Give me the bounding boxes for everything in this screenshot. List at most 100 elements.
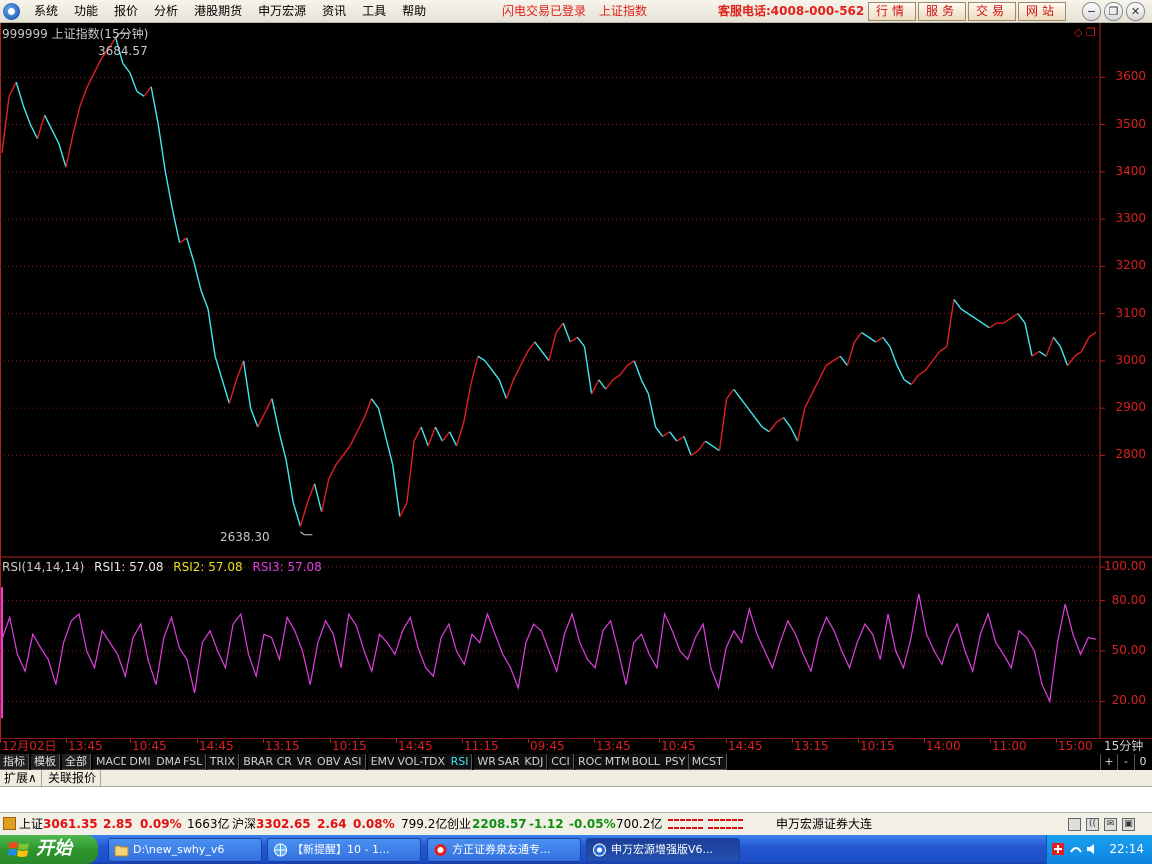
indicator-tab-rsi[interactable]: RSI	[447, 754, 473, 770]
price-segment	[477, 355, 486, 362]
wireless-icon[interactable]: ((	[1086, 818, 1099, 831]
zoom-reset-button[interactable]: 0	[1134, 754, 1151, 770]
price-tick-label: 3200	[1115, 258, 1146, 273]
menu-tools[interactable]: 工具	[354, 0, 394, 23]
task-browser[interactable]: 【新提醒】10 - 1...	[267, 838, 421, 862]
quotes-button[interactable]: 行情	[868, 2, 916, 21]
indicator-tab-boll[interactable]: BOLL	[628, 754, 664, 770]
lock-status-icon[interactable]: ▣	[1122, 818, 1135, 831]
price-segment	[292, 502, 302, 527]
price-segment	[910, 374, 919, 385]
price-segment	[257, 412, 266, 428]
menu-analysis[interactable]: 分析	[146, 0, 186, 23]
menu-help[interactable]: 帮助	[394, 0, 434, 23]
chart-corner-icons[interactable]: ◇ ❐	[1074, 26, 1096, 39]
price-segment	[598, 379, 607, 390]
tab-cn-1[interactable]: 模板	[31, 754, 60, 770]
task-folder[interactable]: D:\new_swhy_v6	[108, 838, 262, 862]
price-segment	[960, 308, 969, 315]
price-segment	[122, 62, 131, 74]
menu-info[interactable]: 资讯	[314, 0, 354, 23]
network-icon[interactable]	[1069, 842, 1083, 856]
indicator-tab-kdj[interactable]: KDJ	[521, 754, 548, 770]
service-button[interactable]: 服务	[918, 2, 966, 21]
period-label[interactable]: 15分钟	[1104, 739, 1143, 753]
window-controls: − ❐ ✕	[1082, 2, 1145, 21]
window-icon[interactable]	[1068, 818, 1081, 831]
price-segment	[569, 336, 578, 343]
start-label: 开始	[36, 838, 72, 859]
price-segment	[36, 114, 46, 139]
lock-icon[interactable]	[3, 817, 16, 830]
price-segment	[328, 464, 337, 480]
restore-icon[interactable]: ❐	[1104, 2, 1123, 21]
price-segment	[51, 129, 60, 144]
price-segment	[8, 81, 17, 97]
price-segment	[811, 379, 820, 395]
price-segment	[654, 426, 664, 437]
price-segment	[285, 460, 294, 503]
price-segment	[967, 313, 976, 319]
indicator-tab-psy[interactable]: PSY	[662, 754, 690, 770]
indicator-tab-cci[interactable]: CCI	[548, 754, 574, 770]
indicator-tab-fsl[interactable]: FSL	[180, 754, 207, 770]
price-segment	[932, 351, 941, 362]
quick-buttons: 行情 服务 交易 网站	[868, 2, 1066, 21]
task-swhy[interactable]: 申万宏源增强版V6...	[586, 838, 740, 862]
price-segment	[562, 322, 571, 343]
minimize-icon[interactable]: −	[1082, 2, 1101, 21]
menu-system[interactable]: 系统	[26, 0, 66, 23]
high-price-label: 3684.57	[98, 44, 148, 58]
price-segment	[889, 346, 898, 366]
indicator-tab-asi[interactable]: ASI	[340, 754, 366, 770]
zoom-in-button[interactable]: +	[1100, 754, 1117, 770]
indicator-tab-brar[interactable]: BRAR	[240, 754, 278, 770]
website-button[interactable]: 网站	[1018, 2, 1066, 21]
tab-expand[interactable]: 扩展∧	[0, 770, 42, 787]
tab-cn-2[interactable]: 全部	[62, 754, 91, 770]
swhy-app-icon	[593, 843, 606, 857]
volume-icon[interactable]	[1085, 842, 1099, 856]
indicator-tab-vr[interactable]: VR	[293, 754, 316, 770]
chart-canvas[interactable]	[0, 23, 1152, 738]
chart-area[interactable]: 999999 上证指数(15分钟) ◇ ❐ 3684.57 2638.30 36…	[0, 23, 1152, 738]
app-logo-icon[interactable]	[3, 3, 20, 20]
indicator-tab-vol-tdx[interactable]: VOL-TDX	[394, 754, 449, 770]
message-icon[interactable]: ✉	[1104, 818, 1117, 831]
price-segment	[534, 341, 543, 352]
time-tick-label: 14:45	[398, 739, 433, 753]
price-segment	[15, 81, 24, 106]
indicator-tab-sar[interactable]: SAR	[494, 754, 524, 770]
price-segment	[1017, 313, 1026, 324]
clock[interactable]: 22:14	[1109, 835, 1144, 864]
tab-related-quotes[interactable]: 关联报价	[44, 770, 102, 787]
indicator-tab-dmi[interactable]: DMI	[126, 754, 155, 770]
menu-quotes[interactable]: 报价	[106, 0, 146, 23]
menu-functions[interactable]: 功能	[66, 0, 106, 23]
price-segment	[1059, 346, 1069, 366]
tab-cn-0[interactable]: 指标	[0, 754, 29, 770]
breadth-bar	[732, 819, 737, 829]
price-segment	[669, 431, 678, 442]
close-icon[interactable]: ✕	[1126, 2, 1145, 21]
cy-change: -1.12	[529, 817, 564, 831]
menu-swhy[interactable]: 申万宏源	[250, 0, 314, 23]
trade-login-status[interactable]: 闪电交易已登录	[502, 0, 586, 22]
sh-pct: 0.09%	[140, 817, 182, 831]
input-method-icon[interactable]	[1051, 842, 1065, 856]
indicator-tab-mcst[interactable]: MCST	[688, 754, 727, 770]
price-segment	[441, 431, 451, 442]
time-tick-label: 12月02日	[2, 739, 57, 753]
price-segment	[86, 72, 95, 88]
time-tick	[66, 739, 67, 743]
task-fangzheng[interactable]: 方正证券泉友通专...	[427, 838, 581, 862]
price-segment	[647, 393, 657, 428]
indicator-tab-trix[interactable]: TRIX	[206, 754, 239, 770]
price-segment	[832, 355, 841, 362]
zoom-out-button[interactable]: -	[1117, 754, 1134, 770]
menu-hk-futures[interactable]: 港股期货	[186, 0, 250, 23]
indicator-tab-cr[interactable]: CR	[273, 754, 296, 770]
trade-button[interactable]: 交易	[968, 2, 1016, 21]
chart-title: 999999 上证指数(15分钟)	[2, 27, 149, 41]
start-button[interactable]: 开始	[0, 835, 98, 864]
